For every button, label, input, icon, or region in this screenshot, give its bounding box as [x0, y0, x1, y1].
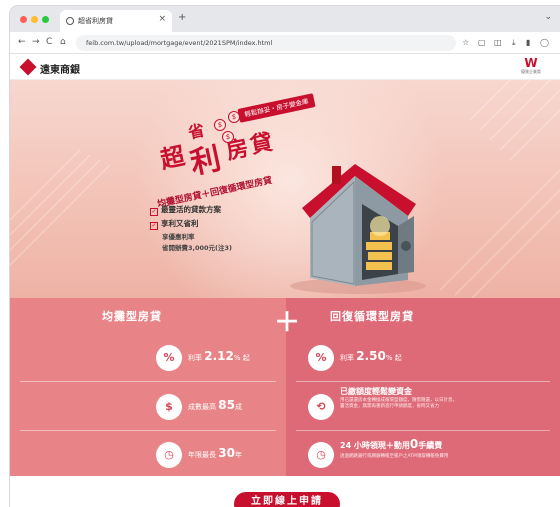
hero-bullet: ✓ 最靈活的貸款方案 [150, 205, 221, 216]
back-icon[interactable]: ← [18, 37, 26, 47]
tab-menu-icon[interactable]: ⌄ [544, 12, 552, 22]
sidebar-icon[interactable]: ▮ [526, 38, 530, 47]
favicon-icon [66, 17, 74, 25]
left-panel-title: 均攤型房貸 [102, 310, 162, 323]
bank-logo-icon[interactable] [19, 58, 37, 76]
feature-rate: 利率 2.50% 起 [340, 349, 402, 363]
feature-withdraw-title: 24 小時領現＋動用0手續費 [340, 437, 443, 451]
coin-icon: $ [228, 111, 240, 123]
minimize-window-icon[interactable] [31, 16, 38, 23]
award-caption: 優質企業獎 [521, 69, 541, 74]
puzzle-icon[interactable]: ◫ [494, 38, 502, 47]
download-icon[interactable]: ⤓ [512, 38, 516, 48]
house-vault-illustration [290, 164, 426, 294]
right-panel: 回復循環型房貸 % 利率 2.50% 起 ⟲ 已繳額度輕鬆變資金 用已還還房本金… [286, 298, 560, 476]
close-window-icon[interactable] [20, 16, 27, 23]
atm-withdraw-icon: ◷ [308, 442, 334, 468]
browser-window: 超省利房貸 × + ⌄ ← → C ⌂ feib.com.tw/upload/m… [10, 6, 560, 507]
checkbox-icon: ✓ [150, 222, 158, 230]
bank-name[interactable]: 遠東商銀 [40, 61, 80, 76]
forward-icon[interactable]: → [32, 37, 40, 47]
new-tab-icon[interactable]: + [178, 12, 186, 23]
hero-bullet: ✓ 享利又省利 [150, 219, 199, 230]
reload-icon[interactable]: C [46, 37, 52, 47]
extension-icon[interactable]: ▢ [478, 38, 486, 47]
feature-revolving-title: 已繳額度輕鬆變資金 [340, 387, 412, 396]
feature-term: 年限最長 30年 [188, 446, 242, 460]
coin-icon: $ [214, 119, 226, 131]
hero-banner: 輕鬆辦妥・房子變金庫 $ $ $ 超 省 利 房 貸 均攤型房貸＋回復循環型房貸… [10, 80, 560, 298]
feature-ratio: 成數最高 85成 [188, 398, 242, 412]
award-badge: W 優質企業獎 [520, 57, 542, 77]
url-field[interactable]: feib.com.tw/upload/mortgage/event/2021SP… [76, 35, 456, 51]
profile-icon[interactable]: ◯ [540, 38, 549, 47]
tab-title: 超省利房貸 [78, 17, 113, 25]
interest-rate-icon: % [308, 345, 334, 371]
url-text: feib.com.tw/upload/mortgage/event/2021SP… [86, 39, 273, 47]
home-icon[interactable]: ⌂ [60, 37, 66, 47]
interest-rate-icon: % [156, 345, 182, 371]
tab-close-icon[interactable]: × [158, 14, 166, 24]
star-icon[interactable]: ☆ [462, 38, 469, 47]
tab-bar: 超省利房貸 × + ⌄ [10, 6, 560, 32]
page-bottom: 立即線上申請 [10, 476, 560, 507]
apply-online-button[interactable]: 立即線上申請 [234, 492, 340, 507]
loan-ratio-icon: $ [156, 394, 182, 420]
feature-rate: 利率 2.12% 起 [188, 349, 250, 363]
maximize-window-icon[interactable] [42, 16, 49, 23]
award-logo: W [524, 56, 538, 70]
plus-icon: ＋ [274, 308, 301, 338]
features-section: 均攤型房貸 % 利率 2.12% 起 $ 成數最高 85成 ◷ 年限最長 30年… [10, 298, 560, 476]
address-bar: ← → C ⌂ feib.com.tw/upload/mortgage/even… [10, 32, 560, 54]
right-panel-title: 回復循環型房貸 [330, 310, 414, 323]
browser-tab[interactable]: 超省利房貸 × [60, 10, 172, 32]
revolving-credit-icon: ⟲ [308, 394, 334, 420]
hero-note: 省開辦費3,000元(注3) [162, 244, 233, 252]
feature-withdraw-detail: 透過網路銀行或網銀轉帳至帳戶之ATM領取轉帳免費用 [340, 454, 449, 459]
site-header: 遠東商銀 W 優質企業獎 [10, 54, 560, 80]
loan-term-icon: ◷ [156, 442, 182, 468]
hero-note: 享優惠利率 [162, 233, 195, 241]
feature-revolving-detail: 用已還還房本金轉換成循環型額度，隨借隨還，以日計息，靈活資金，無需再重新進行申請… [340, 398, 457, 409]
left-panel: 均攤型房貸 % 利率 2.12% 起 $ 成數最高 85成 ◷ 年限最長 30年 [10, 298, 286, 476]
checkbox-icon: ✓ [150, 208, 158, 216]
